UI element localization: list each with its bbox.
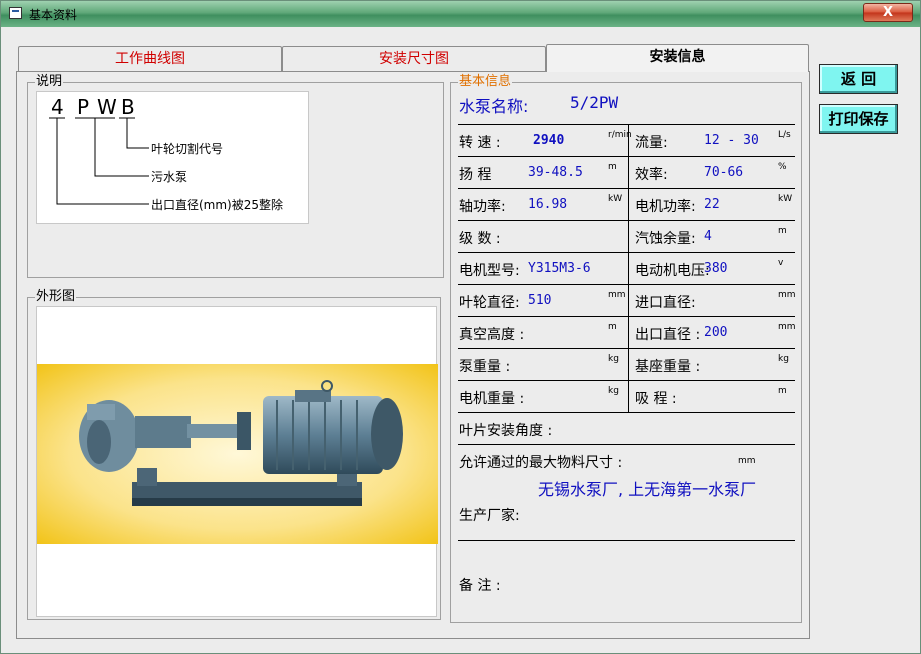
- pump-name-value: 5/2PW: [570, 93, 619, 112]
- pump-name-label: 水泵名称:: [459, 97, 529, 116]
- spec-right-label: 吸 程 :: [635, 391, 677, 407]
- spec-right-unit: v: [778, 258, 784, 268]
- manufacturer-label: 生产厂家:: [459, 508, 520, 524]
- spec-right-label: 进口直径:: [635, 295, 696, 311]
- model-code-svg: 4 P W B 叶轮切割代号 污水泵 出口直径(mm)被25整除: [49, 95, 283, 212]
- max-particle-label: 允许通过的最大物料尺寸 :: [459, 455, 623, 471]
- spec-left-value: 2940: [533, 133, 565, 148]
- spec-right-unit: m: [778, 226, 787, 236]
- blade-angle-row: 叶片安装角度 :: [458, 413, 795, 445]
- spec-right-value: 380: [704, 261, 728, 276]
- spec-left-label: 扬 程: [459, 167, 492, 183]
- spec-left-label: 级 数 :: [459, 231, 501, 247]
- spec-right-unit: kW: [778, 194, 793, 204]
- code-letter-w: W: [97, 95, 117, 119]
- spec-left-label: 叶轮直径:: [459, 295, 520, 311]
- leader-line-pw: [94, 118, 149, 177]
- tab-install-info[interactable]: 安装信息: [546, 44, 809, 72]
- spec-left-label: 真空高度 :: [459, 327, 525, 343]
- spec-left-value: 16.98: [528, 197, 568, 212]
- spec-left-unit: kW: [608, 194, 623, 204]
- spec-right-unit: kg: [778, 354, 789, 364]
- spec-left-label: 转 速 :: [459, 135, 501, 151]
- max-particle-unit: mm: [738, 456, 756, 466]
- spec-right-value: 12 - 30: [704, 133, 759, 148]
- explain-group: 说明 4 P W B 叶轮切割代号 污水泵 出口直径(mm)被25整除: [27, 74, 444, 278]
- spec-row: 扬 程 39-48.5 m 效率: 70-66%: [458, 157, 795, 189]
- spec-right-value: 4: [704, 229, 712, 244]
- manufacturer-row: 生产厂家: 无锡水泵厂, 上无海第一水泵厂: [458, 477, 795, 541]
- spec-right-label: 效率:: [635, 167, 668, 183]
- print-save-button[interactable]: 打印保存: [819, 104, 898, 134]
- spec-right-label: 电动机电压:: [635, 263, 710, 279]
- remarks-label: 备 注 :: [459, 578, 501, 594]
- code-letter-p: P: [77, 95, 89, 119]
- code-letter-4: 4: [51, 95, 64, 119]
- spec-right-label: 出口直径 :: [635, 327, 701, 343]
- spec-row: 电机重量 : kg 吸 程 : m: [458, 381, 795, 413]
- tab-install-dimensions[interactable]: 安装尺寸图: [282, 46, 546, 72]
- spec-row: 真空高度 : m 出口直径 :200 mm: [458, 317, 796, 349]
- leader-line-4: [56, 118, 149, 205]
- spec-left-label: 泵重量 :: [459, 359, 511, 375]
- app-icon: [9, 7, 22, 19]
- spec-row: 叶轮直径: 510 mm 进口直径: mm: [458, 285, 796, 317]
- legend-impeller-cut: 叶轮切割代号: [151, 141, 223, 156]
- pump-illustration: [37, 364, 438, 544]
- leader-line-b: [126, 118, 149, 149]
- spec-left-label: 电机重量 :: [459, 391, 525, 407]
- spec-row: 泵重量 : kg 基座重量 : kg: [458, 349, 795, 381]
- spec-right-label: 流量:: [635, 135, 668, 151]
- code-letter-b: B: [121, 95, 135, 119]
- close-button[interactable]: X: [863, 3, 913, 22]
- model-code-diagram: 4 P W B 叶轮切割代号 污水泵 出口直径(mm)被25整除: [36, 91, 309, 224]
- spec-row: 级 数 : 汽蚀余量: 4 m: [458, 221, 795, 253]
- spec-right-value: 70-66: [704, 165, 744, 180]
- explain-group-label: 说明: [35, 74, 64, 90]
- spec-row: 轴功率: 16.98 kW 电机功率: 22 kW: [458, 189, 795, 221]
- spec-right-unit: L/s: [778, 130, 791, 140]
- spec-right-unit: %: [778, 162, 787, 172]
- pump-name-row: 水泵名称: 5/2PW: [458, 87, 795, 116]
- blade-angle-label: 叶片安装角度 :: [459, 423, 553, 439]
- spec-right-unit: m: [778, 386, 787, 396]
- spec-right-unit: mm: [778, 290, 796, 300]
- manufacturer-value: 无锡水泵厂, 上无海第一水泵厂: [538, 480, 757, 499]
- appearance-group-label: 外形图: [35, 289, 77, 305]
- legend-sewage-pump: 污水泵: [151, 170, 187, 184]
- spec-left-unit: r/min: [608, 130, 632, 140]
- spec-left-value: 39-48.5: [528, 165, 583, 180]
- spec-right-unit: mm: [778, 322, 796, 332]
- pump-photo: [36, 306, 438, 617]
- spec-row: 电机型号: Y315M3-6 电动机电压: 380 v: [458, 253, 795, 285]
- spec-left-value: 510: [528, 293, 552, 308]
- basic-info-group: 基本信息 水泵名称: 5/2PW 转 速 :2940 r/min 流量: 12 - 3…: [450, 74, 802, 623]
- spec-left-value: Y315M3-6: [528, 261, 591, 276]
- spec-row: 转 速 : 2940 r/min 流量: 12 - 30 L/s: [458, 125, 795, 157]
- spec-right-label: 基座重量 :: [635, 359, 701, 375]
- spec-left-unit: kg: [608, 386, 619, 396]
- spec-right-value: 200: [704, 325, 728, 340]
- spec-left-unit: m: [608, 162, 617, 172]
- spec-left-unit: m: [608, 322, 617, 332]
- appearance-group: 外形图: [27, 289, 441, 620]
- spec-right-label: 汽蚀余量:: [635, 231, 696, 247]
- window-title: 基本资料: [29, 8, 78, 22]
- remarks-row: 备 注 :: [458, 541, 795, 605]
- legend-outlet-diameter: 出口直径(mm)被25整除: [151, 197, 283, 212]
- spec-right-label: 电机功率:: [635, 199, 696, 215]
- title-bar[interactable]: 基本资料 X: [1, 1, 920, 27]
- tab-work-curve[interactable]: 工作曲线图: [18, 46, 282, 72]
- max-particle-row: 允许通过的最大物料尺寸 : mm: [458, 445, 795, 477]
- client-area: 工作曲线图 安装尺寸图 安装信息 说明 4 P W B 叶轮切割代号 污水泵 出…: [8, 30, 914, 648]
- spec-left-unit: kg: [608, 354, 619, 364]
- spec-left-unit: mm: [608, 290, 626, 300]
- spec-left-label: 电机型号:: [459, 263, 520, 279]
- tab-panel: 说明 4 P W B 叶轮切割代号 污水泵 出口直径(mm)被25整除 外形图 …: [16, 71, 810, 639]
- main-window: 基本资料 X 工作曲线图 安装尺寸图 安装信息 说明 4 P W B 叶轮切割代…: [0, 0, 921, 654]
- spec-right-value: 22: [704, 197, 720, 212]
- spec-left-label: 轴功率:: [459, 199, 506, 215]
- back-button[interactable]: 返 回: [819, 64, 898, 94]
